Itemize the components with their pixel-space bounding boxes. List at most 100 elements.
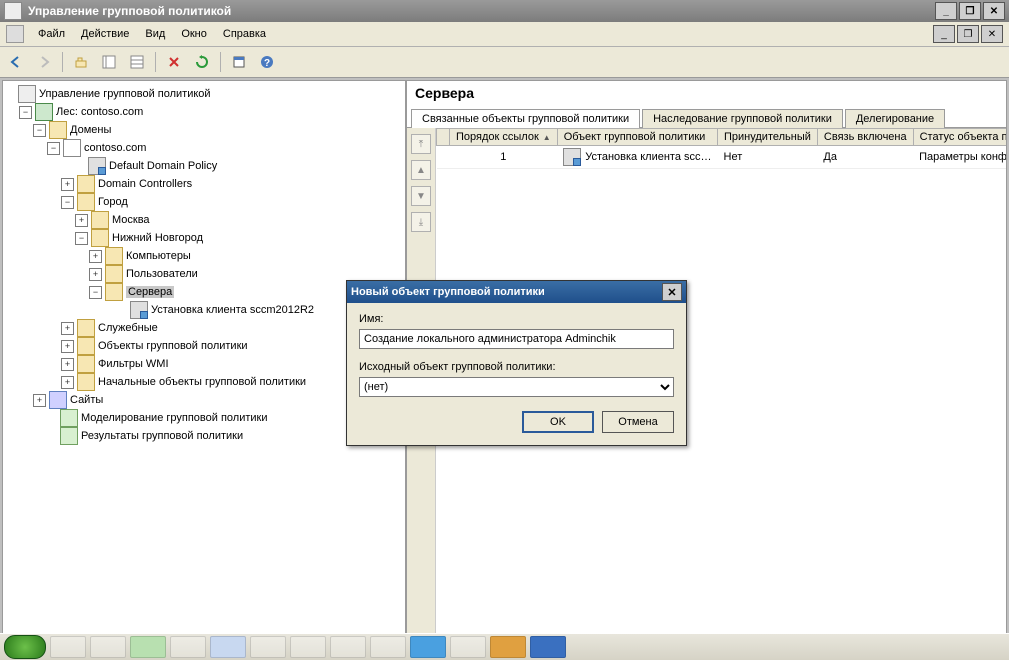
mdi-restore-button[interactable]: ❐ [957, 25, 979, 43]
tree-modeling[interactable]: Моделирование групповой политики [81, 412, 267, 424]
taskbar-item[interactable] [50, 636, 86, 658]
app-title: Управление групповой политикой [28, 4, 231, 18]
tree-starter[interactable]: Начальные объекты групповой политики [98, 376, 306, 388]
col-gpo[interactable]: Объект групповой политики [557, 129, 717, 146]
tab-linked-gpos[interactable]: Связанные объекты групповой политики [411, 109, 640, 128]
expand-toggle[interactable]: + [61, 358, 74, 371]
expand-toggle[interactable]: + [75, 214, 88, 227]
source-label: Исходный объект групповой политики: [359, 361, 674, 373]
move-bottom-button[interactable]: ⤓ [411, 212, 431, 232]
tab-delegation[interactable]: Делегирование [845, 109, 945, 128]
taskbar-item[interactable] [250, 636, 286, 658]
tree-moscow[interactable]: Москва [112, 214, 150, 226]
tree-service[interactable]: Служебные [98, 322, 158, 334]
ou-icon [91, 229, 109, 247]
maximize-button[interactable]: ❐ [959, 2, 981, 20]
tree-domains[interactable]: Домены [70, 124, 111, 136]
help-button[interactable]: ? [255, 50, 279, 74]
expand-toggle[interactable]: + [61, 376, 74, 389]
cell-status: Параметры конф [913, 146, 1006, 169]
col-link-order[interactable]: Порядок ссылок▲ [450, 129, 558, 146]
move-top-button[interactable]: ⤒ [411, 134, 431, 154]
tree-gpos[interactable]: Объекты групповой политики [98, 340, 248, 352]
taskbar-item[interactable] [130, 636, 166, 658]
show-tree-button[interactable] [97, 50, 121, 74]
expand-toggle[interactable]: + [89, 268, 102, 281]
linked-gpo-table[interactable]: Порядок ссылок▲ Объект групповой политик… [436, 128, 1006, 169]
expand-toggle[interactable]: − [75, 232, 88, 245]
tree-computers[interactable]: Компьютеры [126, 250, 191, 262]
tree-dc[interactable]: Domain Controllers [98, 178, 192, 190]
taskbar-item[interactable] [210, 636, 246, 658]
tree-city[interactable]: Город [98, 196, 128, 208]
taskbar[interactable] [0, 633, 1009, 660]
tab-strip: Связанные объекты групповой политики Нас… [407, 103, 1006, 128]
close-button[interactable]: ✕ [983, 2, 1005, 20]
taskbar-item[interactable] [330, 636, 366, 658]
up-button[interactable] [69, 50, 93, 74]
ou-icon [105, 265, 123, 283]
gpo-name-input[interactable] [359, 329, 674, 349]
col-link-enabled[interactable]: Связь включена [817, 129, 913, 146]
menu-window[interactable]: Окно [173, 26, 215, 42]
cell-link-enabled: Да [817, 146, 913, 169]
tree-nn[interactable]: Нижний Новгород [112, 232, 203, 244]
cancel-button[interactable]: Отмена [602, 411, 674, 433]
dialog-titlebar[interactable]: Новый объект групповой политики ✕ [347, 281, 686, 303]
move-down-button[interactable]: ▼ [411, 186, 431, 206]
taskbar-item[interactable] [410, 636, 446, 658]
mdi-minimize-button[interactable]: _ [933, 25, 955, 43]
minimize-button[interactable]: _ [935, 2, 957, 20]
expand-toggle[interactable]: + [61, 340, 74, 353]
delete-button[interactable] [162, 50, 186, 74]
taskbar-item[interactable] [90, 636, 126, 658]
expand-toggle[interactable]: + [33, 394, 46, 407]
tree-ddp[interactable]: Default Domain Policy [109, 160, 217, 172]
tree-sccm[interactable]: Установка клиента sccm2012R2 [151, 304, 314, 316]
tab-inheritance[interactable]: Наследование групповой политики [642, 109, 843, 128]
dialog-close-button[interactable]: ✕ [662, 283, 682, 301]
col-enforced[interactable]: Принудительный [718, 129, 818, 146]
ok-button[interactable]: OK [522, 411, 594, 433]
tree-domain[interactable]: contoso.com [84, 142, 146, 154]
tree-forest[interactable]: Лес: contoso.com [56, 106, 143, 118]
tree-users[interactable]: Пользователи [126, 268, 198, 280]
back-button[interactable] [4, 50, 28, 74]
move-up-button[interactable]: ▲ [411, 160, 431, 180]
source-gpo-select[interactable]: (нет) [359, 377, 674, 397]
expand-toggle[interactable]: − [61, 196, 74, 209]
mdi-close-button[interactable]: ✕ [981, 25, 1003, 43]
tree-wmi[interactable]: Фильтры WMI [98, 358, 169, 370]
expand-toggle[interactable]: + [61, 178, 74, 191]
col-gpo-status[interactable]: Статус объекта п [913, 129, 1006, 146]
taskbar-item[interactable] [530, 636, 566, 658]
tree-root[interactable]: Управление групповой политикой [39, 88, 211, 100]
taskbar-item[interactable] [450, 636, 486, 658]
expand-toggle[interactable]: − [89, 286, 102, 299]
new-window-button[interactable] [227, 50, 251, 74]
taskbar-item[interactable] [490, 636, 526, 658]
tree-results[interactable]: Результаты групповой политики [81, 430, 243, 442]
menu-view[interactable]: Вид [137, 26, 173, 42]
cell-enforced: Нет [718, 146, 818, 169]
expand-toggle[interactable]: + [61, 322, 74, 335]
forward-button[interactable] [32, 50, 56, 74]
ou-icon [77, 193, 95, 211]
taskbar-item[interactable] [290, 636, 326, 658]
menu-help[interactable]: Справка [215, 26, 274, 42]
expand-toggle[interactable]: − [47, 142, 60, 155]
expand-toggle[interactable]: − [19, 106, 32, 119]
refresh-button[interactable] [190, 50, 214, 74]
menu-action[interactable]: Действие [73, 26, 137, 42]
tree-servers[interactable]: Сервера [126, 286, 174, 298]
table-row[interactable]: 1 Установка клиента scc… Нет Да Параметр… [437, 146, 1007, 169]
ou-icon [77, 319, 95, 337]
taskbar-item[interactable] [370, 636, 406, 658]
expand-toggle[interactable]: − [33, 124, 46, 137]
start-button[interactable] [4, 635, 46, 659]
menu-file[interactable]: Файл [30, 26, 73, 42]
taskbar-item[interactable] [170, 636, 206, 658]
properties-button[interactable] [125, 50, 149, 74]
tree-sites[interactable]: Сайты [70, 394, 103, 406]
expand-toggle[interactable]: + [89, 250, 102, 263]
